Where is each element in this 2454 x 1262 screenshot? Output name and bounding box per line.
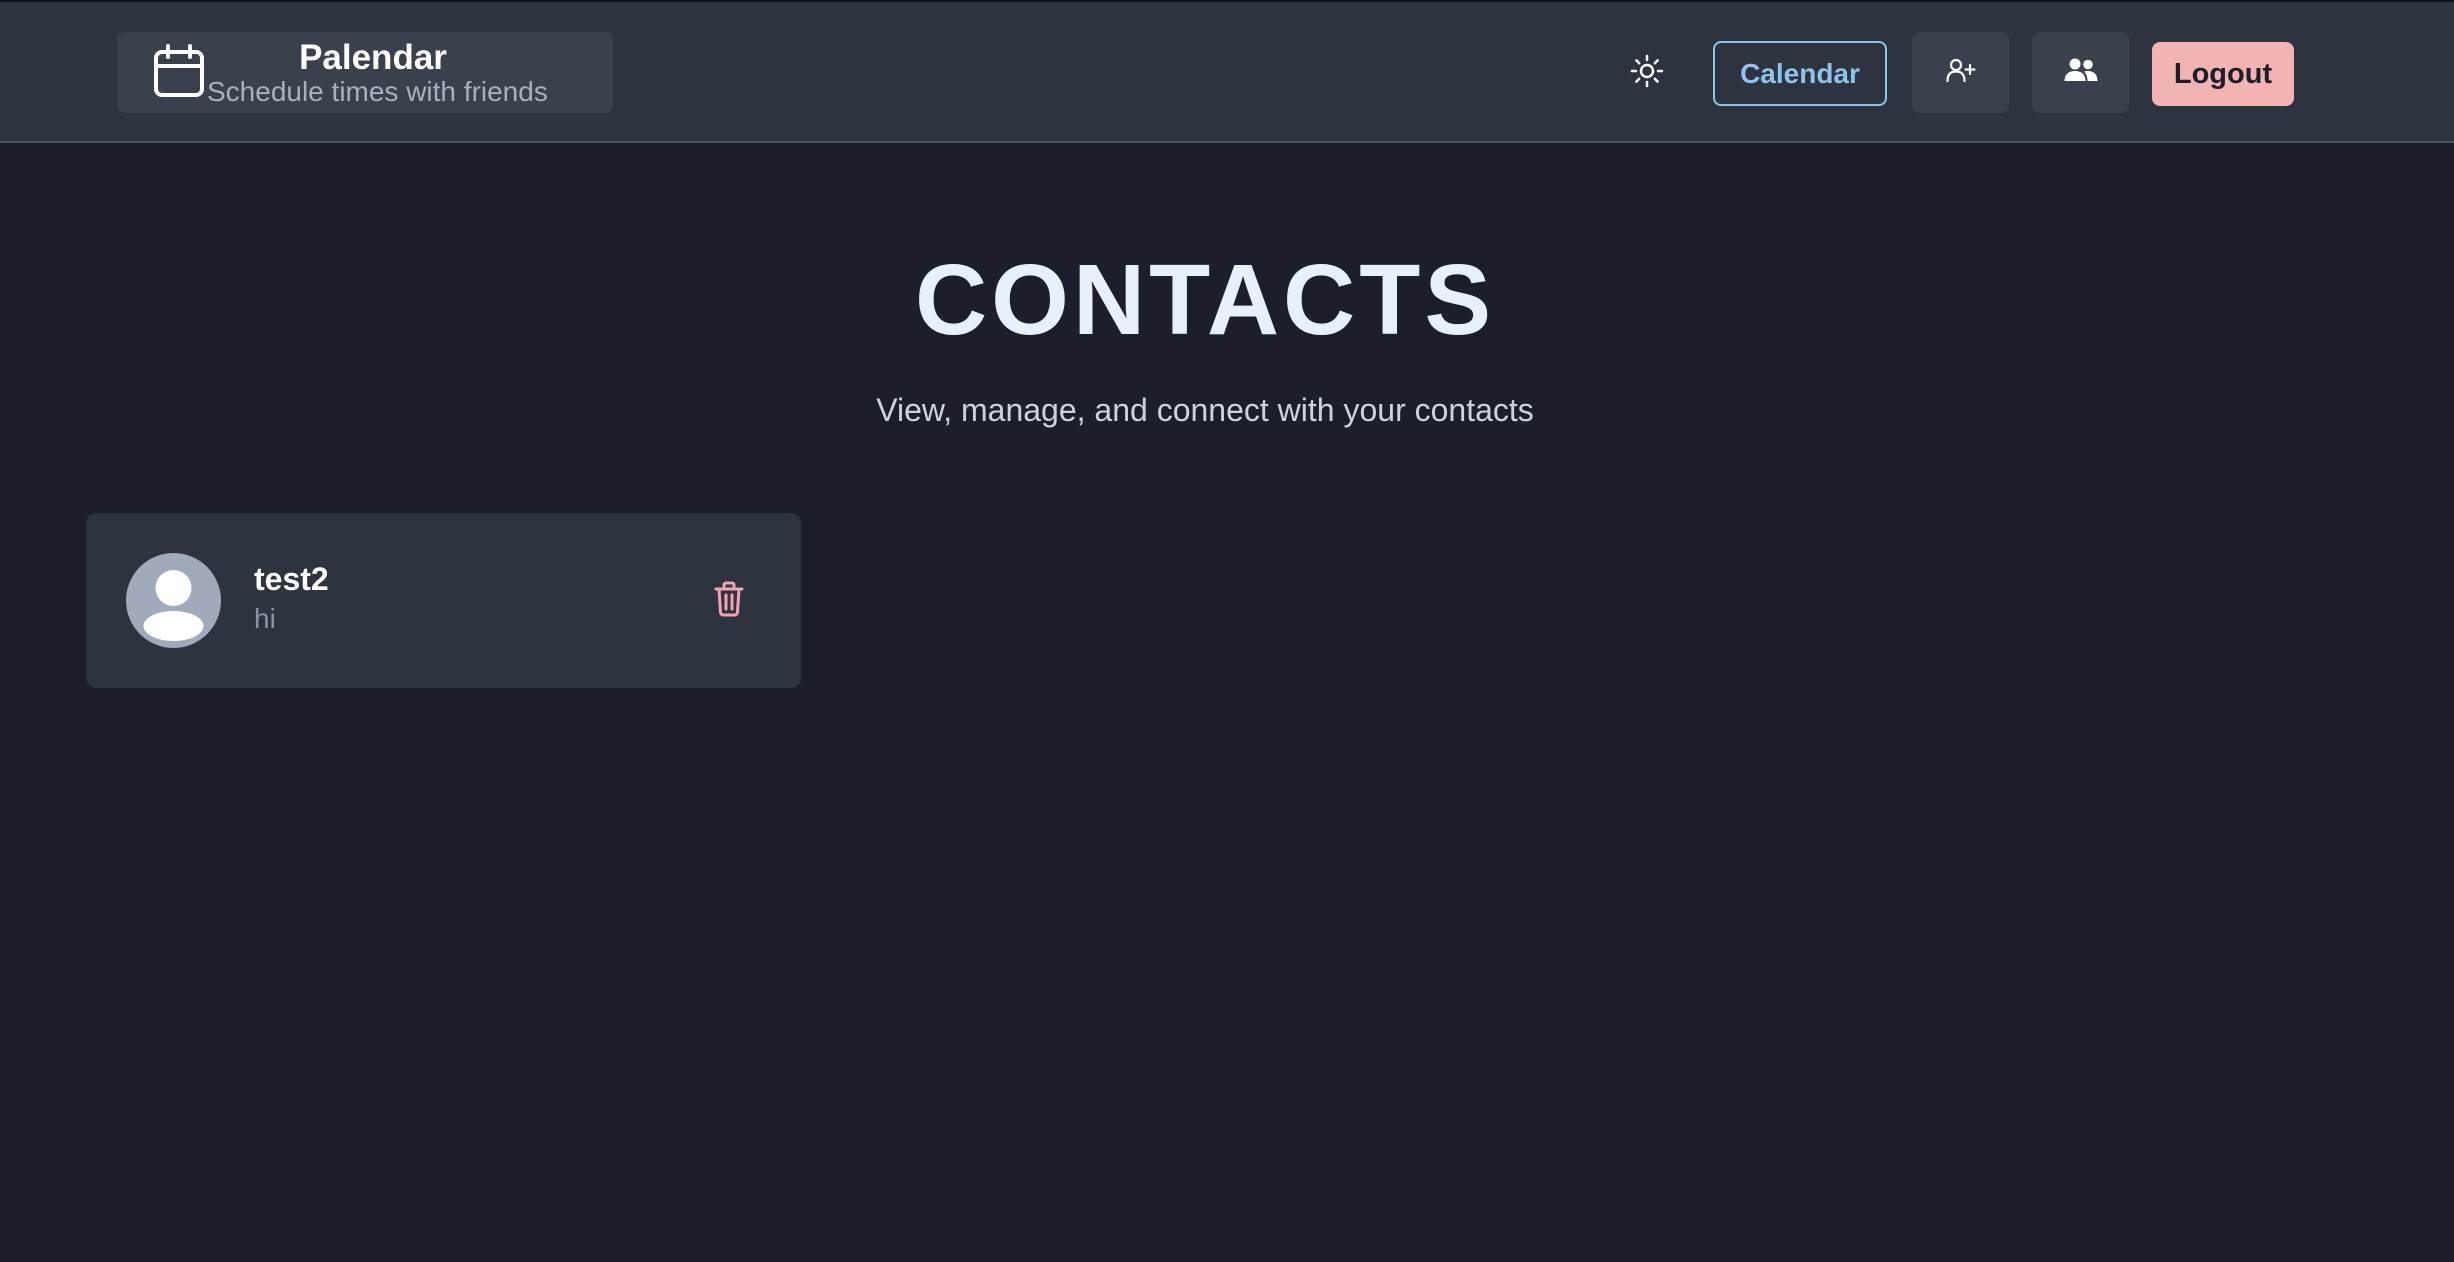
contact-card[interactable]: test2 hi: [86, 513, 801, 688]
trash-icon: [714, 581, 744, 622]
theme-toggle-button[interactable]: [1622, 48, 1672, 98]
calendar-button[interactable]: Calendar: [1713, 41, 1887, 106]
contacts-button[interactable]: [2032, 32, 2129, 113]
user-avatar-icon: [126, 553, 221, 648]
page-title: CONTACTS: [914, 244, 1496, 356]
brand-home-link[interactable]: Palendar Schedule times with friends: [117, 32, 613, 113]
contact-name: test2: [254, 561, 329, 597]
page-subtitle: View, manage, and connect with your cont…: [876, 392, 1534, 428]
calendar-icon: [153, 44, 205, 98]
contact-status: hi: [254, 603, 276, 634]
top-navbar: Palendar Schedule times with friends Cal…: [0, 0, 2454, 143]
app-name: Palendar: [299, 38, 447, 77]
add-contact-button[interactable]: [1912, 32, 2009, 113]
logout-button[interactable]: Logout: [2152, 42, 2294, 106]
app-tagline: Schedule times with friends: [207, 76, 548, 107]
delete-contact-button[interactable]: [706, 578, 752, 624]
sun-icon: [1630, 54, 1664, 93]
user-plus-icon: [1945, 57, 1976, 88]
users-icon: [2064, 57, 2098, 88]
